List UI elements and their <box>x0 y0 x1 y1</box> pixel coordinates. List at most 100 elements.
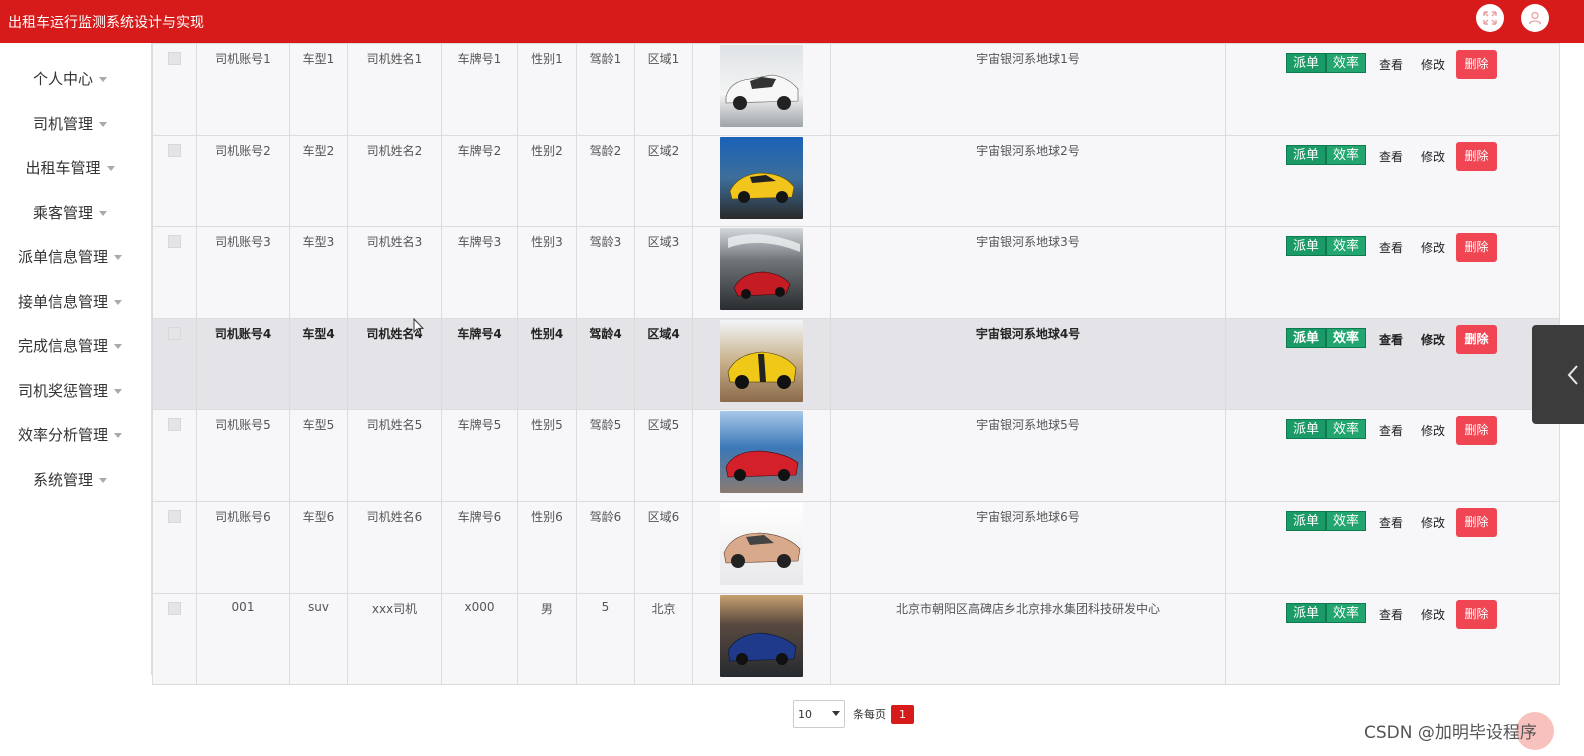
edit-button[interactable]: 修改 <box>1416 421 1450 441</box>
cell-name: 司机姓名5 <box>347 409 442 502</box>
table-row[interactable]: 司机账号2 车型2 司机姓名2 车牌号2 性别2 驾龄2 区域2 宇宙银河系地球… <box>152 134 1560 228</box>
chevron-down-icon <box>832 711 840 716</box>
caret-down-icon <box>114 388 122 394</box>
dispatch-button[interactable]: 派单 <box>1286 602 1327 623</box>
sidebar-item-passenger[interactable]: 乘客管理 <box>0 197 140 227</box>
cell-name: 司机姓名2 <box>347 134 442 228</box>
caret-down-icon <box>99 210 107 216</box>
efficiency-button[interactable]: 效率 <box>1326 327 1367 348</box>
car-photo[interactable] <box>720 228 803 311</box>
car-photo[interactable] <box>720 502 803 585</box>
sidebar-item-driver[interactable]: 司机管理 <box>0 108 140 138</box>
dispatch-button[interactable]: 派单 <box>1286 236 1327 257</box>
cell-model: 车型6 <box>289 500 348 594</box>
edit-button[interactable]: 修改 <box>1416 55 1450 75</box>
page-button-current[interactable]: 1 <box>891 704 914 724</box>
view-button[interactable]: 查看 <box>1374 147 1408 167</box>
row-checkbox[interactable] <box>168 235 181 249</box>
cell-gender: 性别6 <box>517 500 577 594</box>
delete-button[interactable]: 删除 <box>1456 507 1498 537</box>
cell-name: 司机姓名3 <box>347 226 442 319</box>
view-button[interactable]: 查看 <box>1374 55 1408 75</box>
pagination: 10 条每页 1 <box>793 700 914 728</box>
sidebar-item-accept-info[interactable]: 接单信息管理 <box>0 286 140 316</box>
cell-address: 宇宙银河系地球1号 <box>830 43 1226 136</box>
dispatch-button[interactable]: 派单 <box>1286 327 1327 348</box>
car-photo[interactable] <box>720 411 803 494</box>
table-row[interactable]: 司机账号4 车型4 司机姓名4 车牌号4 性别4 驾龄4 区域4 宇宙银河系地球… <box>152 317 1560 411</box>
page-size-select[interactable]: 10 <box>793 700 845 728</box>
view-button[interactable]: 查看 <box>1374 513 1408 533</box>
user-icon[interactable] <box>1521 4 1549 32</box>
sidebar-item-efficiency-analysis[interactable]: 效率分析管理 <box>0 419 140 449</box>
edit-button[interactable]: 修改 <box>1416 513 1450 533</box>
cell-name: 司机姓名4 <box>347 317 442 411</box>
efficiency-button[interactable]: 效率 <box>1326 602 1367 623</box>
delete-button[interactable]: 删除 <box>1456 233 1498 263</box>
sidebar-item-label: 出租车管理 <box>25 158 101 177</box>
cell-actions: 派单 效率 查看 修改 删除 <box>1225 409 1560 502</box>
sidebar-item-personal-center[interactable]: 个人中心 <box>0 63 140 93</box>
edit-button[interactable]: 修改 <box>1416 238 1450 258</box>
efficiency-button[interactable]: 效率 <box>1326 236 1367 257</box>
row-checkbox[interactable] <box>168 52 181 65</box>
efficiency-button[interactable]: 效率 <box>1326 510 1367 531</box>
cell-plate: 车牌号2 <box>441 134 518 228</box>
fullscreen-icon[interactable] <box>1476 4 1504 32</box>
sidebar-item-complete-info[interactable]: 完成信息管理 <box>0 330 140 360</box>
edit-button[interactable]: 修改 <box>1416 330 1450 350</box>
cell-plate: 车牌号6 <box>441 500 518 594</box>
delete-button[interactable]: 删除 <box>1456 141 1498 171</box>
car-photo[interactable] <box>720 136 803 219</box>
sidebar-item-system[interactable]: 系统管理 <box>0 464 140 494</box>
cell-photo <box>692 317 831 411</box>
car-photo[interactable] <box>720 45 803 127</box>
row-checkbox[interactable] <box>168 509 181 523</box>
dispatch-button[interactable]: 派单 <box>1286 510 1327 531</box>
edit-button[interactable]: 修改 <box>1416 147 1450 167</box>
table-row[interactable]: 司机账号6 车型6 司机姓名6 车牌号6 性别6 驾龄6 区域6 宇宙银河系地球… <box>152 500 1560 594</box>
cell-address: 宇宙银河系地球6号 <box>830 500 1226 594</box>
chevron-left-icon <box>1567 364 1578 385</box>
cell-model: suv <box>289 592 348 686</box>
dispatch-button[interactable]: 派单 <box>1286 144 1327 165</box>
cell-name: xxx司机 <box>347 592 442 686</box>
row-checkbox[interactable] <box>168 326 181 340</box>
delete-button[interactable]: 删除 <box>1456 324 1498 354</box>
delete-button[interactable]: 删除 <box>1456 599 1498 629</box>
dispatch-button[interactable]: 派单 <box>1286 419 1327 440</box>
car-photo[interactable] <box>720 319 803 402</box>
page-size-value: 10 <box>798 707 812 721</box>
table-row[interactable]: 001 suv xxx司机 x000 男 5 北京 北京市朝阳区高碑店乡北京排水… <box>152 592 1560 686</box>
sidebar-item-reward-penalty[interactable]: 司机奖惩管理 <box>0 375 140 405</box>
cell-area: 区域4 <box>634 317 693 411</box>
efficiency-button[interactable]: 效率 <box>1326 53 1367 73</box>
sidebar-item-taxi[interactable]: 出租车管理 <box>0 152 140 182</box>
view-button[interactable]: 查看 <box>1374 421 1408 441</box>
edit-button[interactable]: 修改 <box>1416 605 1450 625</box>
efficiency-button[interactable]: 效率 <box>1326 144 1367 165</box>
cell-account: 司机账号5 <box>196 409 290 502</box>
view-button[interactable]: 查看 <box>1374 330 1408 350</box>
view-button[interactable]: 查看 <box>1374 605 1408 625</box>
table-row[interactable]: 司机账号3 车型3 司机姓名3 车牌号3 性别3 驾龄3 区域3 宇宙银河系地球… <box>152 226 1560 319</box>
row-checkbox[interactable] <box>168 143 181 157</box>
sidebar-item-label: 完成信息管理 <box>17 336 108 355</box>
view-button[interactable]: 查看 <box>1374 238 1408 258</box>
cell-address: 北京市朝阳区高碑店乡北京排水集团科技研发中心 <box>830 592 1226 686</box>
table-row[interactable]: 司机账号1 车型1 司机姓名1 车牌号1 性别1 驾龄1 区域1 宇宙银河系地球… <box>152 43 1560 136</box>
row-checkbox[interactable] <box>168 418 181 432</box>
cell-gender: 男 <box>517 592 577 686</box>
delete-button[interactable]: 删除 <box>1456 50 1498 79</box>
row-checkbox[interactable] <box>168 601 181 615</box>
cell-model: 车型4 <box>289 317 348 411</box>
side-panel-toggle[interactable] <box>1532 325 1584 424</box>
car-photo[interactable] <box>720 594 803 677</box>
sidebar-item-dispatch-info[interactable]: 派单信息管理 <box>0 241 140 271</box>
delete-button[interactable]: 删除 <box>1456 416 1498 446</box>
efficiency-button[interactable]: 效率 <box>1326 419 1367 440</box>
sidebar-item-label: 司机管理 <box>32 114 93 133</box>
top-bar: 出租车运行监测系统设计与实现 <box>0 0 1584 43</box>
dispatch-button[interactable]: 派单 <box>1286 53 1327 73</box>
table-row[interactable]: 司机账号5 车型5 司机姓名5 车牌号5 性别5 驾龄5 区域5 宇宙银河系地球… <box>152 409 1560 502</box>
